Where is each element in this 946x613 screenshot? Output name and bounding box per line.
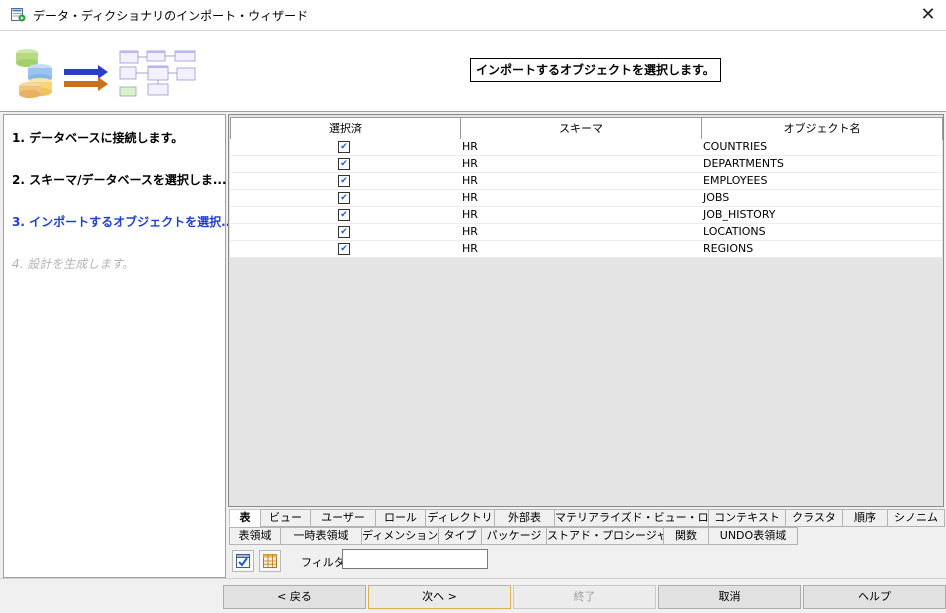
row-checkbox[interactable]: ✔: [338, 226, 350, 238]
tab-synonym[interactable]: シノニム: [887, 509, 945, 527]
next-button[interactable]: 次へ >: [368, 585, 511, 609]
table-row[interactable]: ✔ HR JOBS: [230, 190, 942, 207]
object-name-cell: EMPLOYEES: [703, 174, 768, 187]
deselect-all-button[interactable]: [259, 550, 281, 572]
column-header-selected[interactable]: 選択済: [230, 117, 461, 140]
step-select-objects[interactable]: 3. インポートするオブジェクトを選択...: [12, 213, 235, 230]
row-checkbox[interactable]: ✔: [338, 243, 350, 255]
cancel-button[interactable]: 取消: [658, 585, 801, 609]
schema-cell: HR: [462, 208, 478, 221]
schema-cell: HR: [462, 242, 478, 255]
finish-button: 終了: [513, 585, 656, 609]
table-row[interactable]: ✔ HR REGIONS: [230, 241, 942, 258]
close-icon[interactable]: ✕: [910, 0, 946, 30]
object-name-cell: JOB_HISTORY: [703, 208, 776, 221]
back-button[interactable]: < 戻る: [223, 585, 366, 609]
schema-cell: HR: [462, 174, 478, 187]
schema-cell: HR: [462, 157, 478, 170]
row-checkbox[interactable]: ✔: [338, 175, 350, 187]
tab-function[interactable]: 関数: [663, 527, 709, 545]
tab-temp-tablespace[interactable]: 一時表領域: [280, 527, 362, 545]
table-row[interactable]: ✔ HR COUNTRIES: [230, 139, 942, 156]
table-row[interactable]: ✔ HR LOCATIONS: [230, 224, 942, 241]
select-all-button[interactable]: [232, 550, 254, 572]
table-row[interactable]: ✔ HR EMPLOYEES: [230, 173, 942, 190]
page-title: インポートするオブジェクトを選択します。: [470, 58, 721, 82]
schema-cell: HR: [462, 225, 478, 238]
object-table: 選択済 スキーマ オブジェクト名 ✔ HR COUNTRIES ✔ HR DEP…: [228, 114, 944, 507]
title-bar: データ・ディクショナリのインポート・ウィザード ✕: [0, 0, 946, 31]
wizard-header: インポートするオブジェクトを選択します。: [0, 31, 946, 112]
table-row[interactable]: ✔ HR JOB_HISTORY: [230, 207, 942, 224]
filter-bar: フィルタ:: [228, 547, 942, 575]
step-connect[interactable]: 1. データベースに接続します。: [12, 129, 183, 146]
row-checkbox[interactable]: ✔: [338, 141, 350, 153]
object-name-cell: JOBS: [703, 191, 730, 204]
tab-package[interactable]: パッケージ: [481, 527, 547, 545]
tab-view[interactable]: ビュー: [260, 509, 311, 527]
table-body: ✔ HR COUNTRIES ✔ HR DEPARTMENTS ✔ HR EMP…: [230, 139, 942, 258]
tab-undo-tablespace[interactable]: UNDO表領域: [708, 527, 798, 545]
row-checkbox[interactable]: ✔: [338, 192, 350, 204]
object-name-cell: DEPARTMENTS: [703, 157, 784, 170]
window-title: データ・ディクショナリのインポート・ウィザード: [33, 9, 309, 23]
table-row[interactable]: ✔ HR DEPARTMENTS: [230, 156, 942, 173]
footer-divider: [0, 578, 946, 579]
tab-cluster[interactable]: クラスタ: [785, 509, 843, 527]
object-name-cell: COUNTRIES: [703, 140, 768, 153]
grid-icon: [263, 554, 277, 568]
object-type-tabs-row1: 表 ビュー ユーザー ロール ディレクトリ 外部表 マテリアライズド・ビュー・ロ…: [228, 509, 946, 527]
tab-tablespace[interactable]: 表領域: [229, 527, 281, 545]
object-name-cell: REGIONS: [703, 242, 754, 255]
select-all-icon: [236, 554, 250, 568]
tab-table[interactable]: 表: [229, 509, 261, 527]
tab-sequence[interactable]: 順序: [842, 509, 888, 527]
schema-cell: HR: [462, 191, 478, 204]
step-select-schema[interactable]: 2. スキーマ/データベースを選択しま...: [12, 171, 227, 188]
object-type-tabs-row2: 表領域 一時表領域 ディメンション タイプ パッケージ ストアド・プロシージャ …: [228, 527, 946, 545]
tab-stored-procedure[interactable]: ストアド・プロシージャ: [546, 527, 664, 545]
tab-context[interactable]: コンテキスト: [708, 509, 786, 527]
object-name-cell: LOCATIONS: [703, 225, 766, 238]
tab-materialized-view-log[interactable]: マテリアライズド・ビュー・ログ: [554, 509, 709, 527]
step-generate-design: 4. 設計を生成します。: [12, 257, 135, 271]
wizard-steps: 1. データベースに接続します。 2. スキーマ/データベースを選択しま... …: [3, 114, 235, 578]
row-checkbox[interactable]: ✔: [338, 209, 350, 221]
tab-external-table[interactable]: 外部表: [494, 509, 555, 527]
column-header-schema[interactable]: スキーマ: [460, 117, 702, 140]
import-illustration: [16, 49, 196, 98]
help-button[interactable]: ヘルプ: [803, 585, 946, 609]
tab-directory[interactable]: ディレクトリ: [425, 509, 495, 527]
schema-cell: HR: [462, 140, 478, 153]
tab-type[interactable]: タイプ: [438, 527, 482, 545]
tab-role[interactable]: ロール: [375, 509, 426, 527]
column-header-object-name[interactable]: オブジェクト名: [701, 117, 943, 140]
tab-dimension[interactable]: ディメンション: [361, 527, 439, 545]
app-icon: [11, 8, 26, 22]
filter-input[interactable]: [342, 549, 488, 569]
row-checkbox[interactable]: ✔: [338, 158, 350, 170]
tab-user[interactable]: ユーザー: [310, 509, 376, 527]
